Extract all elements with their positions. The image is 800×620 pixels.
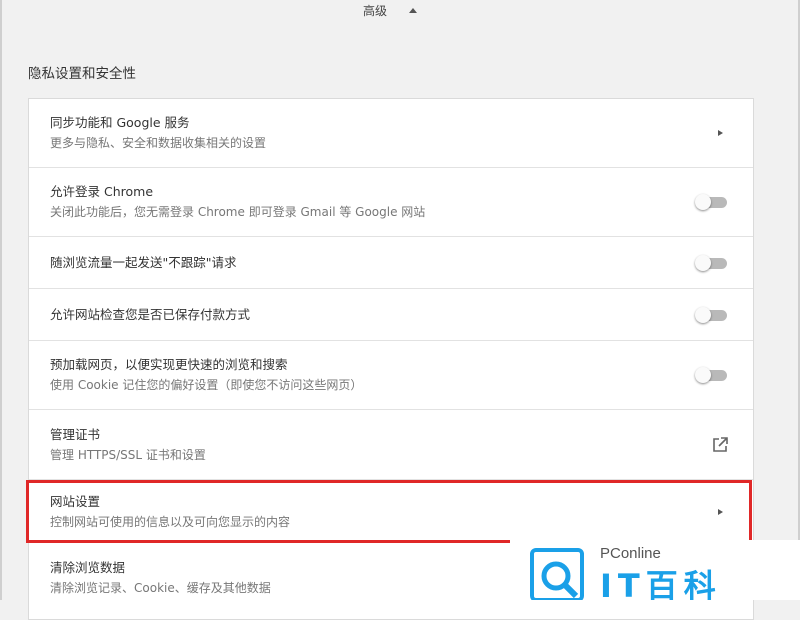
- row-subtitle: 控制网站可使用的信息以及可向您显示的内容: [50, 515, 291, 529]
- caret-up-icon: [409, 7, 417, 13]
- watermark-site: IT百科: [600, 567, 722, 600]
- row-preload-pages[interactable]: 预加载网页，以便实现更快速的浏览和搜索 使用 Cookie 记住您的偏好设置（即…: [29, 341, 753, 410]
- row-do-not-track[interactable]: 随浏览流量一起发送"不跟踪"请求: [29, 237, 753, 289]
- row-subtitle: 关闭此功能后，您无需登录 Chrome 即可登录 Gmail 等 Google …: [50, 205, 426, 219]
- row-title: 允许网站检查您是否已保存付款方式: [50, 306, 251, 322]
- toggle-knob: [695, 306, 711, 323]
- toggle-knob: [695, 254, 711, 271]
- toggle-knob: [695, 194, 711, 210]
- do-not-track-toggle[interactable]: [695, 254, 729, 271]
- allow-signin-toggle[interactable]: [695, 194, 729, 210]
- chevron-right-icon: [718, 509, 723, 515]
- chevron-right-icon: [718, 130, 723, 136]
- row-title: 网站设置: [50, 494, 101, 509]
- toggle-knob: [695, 367, 711, 383]
- row-title: 预加载网页，以便实现更快速的浏览和搜索: [50, 357, 288, 372]
- row-subtitle: 管理 HTTPS/SSL 证书和设置: [50, 447, 206, 462]
- payment-check-toggle[interactable]: [695, 306, 729, 323]
- watermark-brand: PConline: [600, 545, 661, 562]
- section-title: 隐私设置和安全性: [28, 66, 136, 82]
- row-title: 随浏览流量一起发送"不跟踪"请求: [50, 254, 237, 270]
- row-subtitle: 更多与隐私、安全和数据收集相关的设置: [50, 136, 267, 150]
- row-sync-google-services[interactable]: 同步功能和 Google 服务 更多与隐私、安全和数据收集相关的设置: [29, 99, 753, 168]
- advanced-label: 高级: [362, 3, 387, 18]
- row-allow-chrome-signin[interactable]: 允许登录 Chrome 关闭此功能后，您无需登录 Chrome 即可登录 Gma…: [29, 168, 753, 237]
- open-in-new-icon: [713, 436, 728, 452]
- row-payment-methods-check[interactable]: 允许网站检查您是否已保存付款方式: [29, 289, 753, 341]
- row-title: 管理证书: [50, 426, 101, 442]
- row-title: 允许登录 Chrome: [50, 184, 154, 199]
- preload-pages-toggle[interactable]: [695, 367, 729, 383]
- row-manage-certificates[interactable]: 管理证书 管理 HTTPS/SSL 证书和设置: [29, 410, 753, 480]
- row-subtitle: 使用 Cookie 记住您的偏好设置（即使您不访问这些网页）: [50, 378, 363, 392]
- pconline-logo-icon: [530, 548, 584, 600]
- row-site-settings[interactable]: 网站设置 控制网站可使用的信息以及可向您显示的内容: [29, 480, 753, 544]
- window-border-left: [0, 0, 2, 600]
- advanced-toggle[interactable]: 高级: [340, 0, 440, 20]
- row-title: 同步功能和 Google 服务: [50, 115, 190, 130]
